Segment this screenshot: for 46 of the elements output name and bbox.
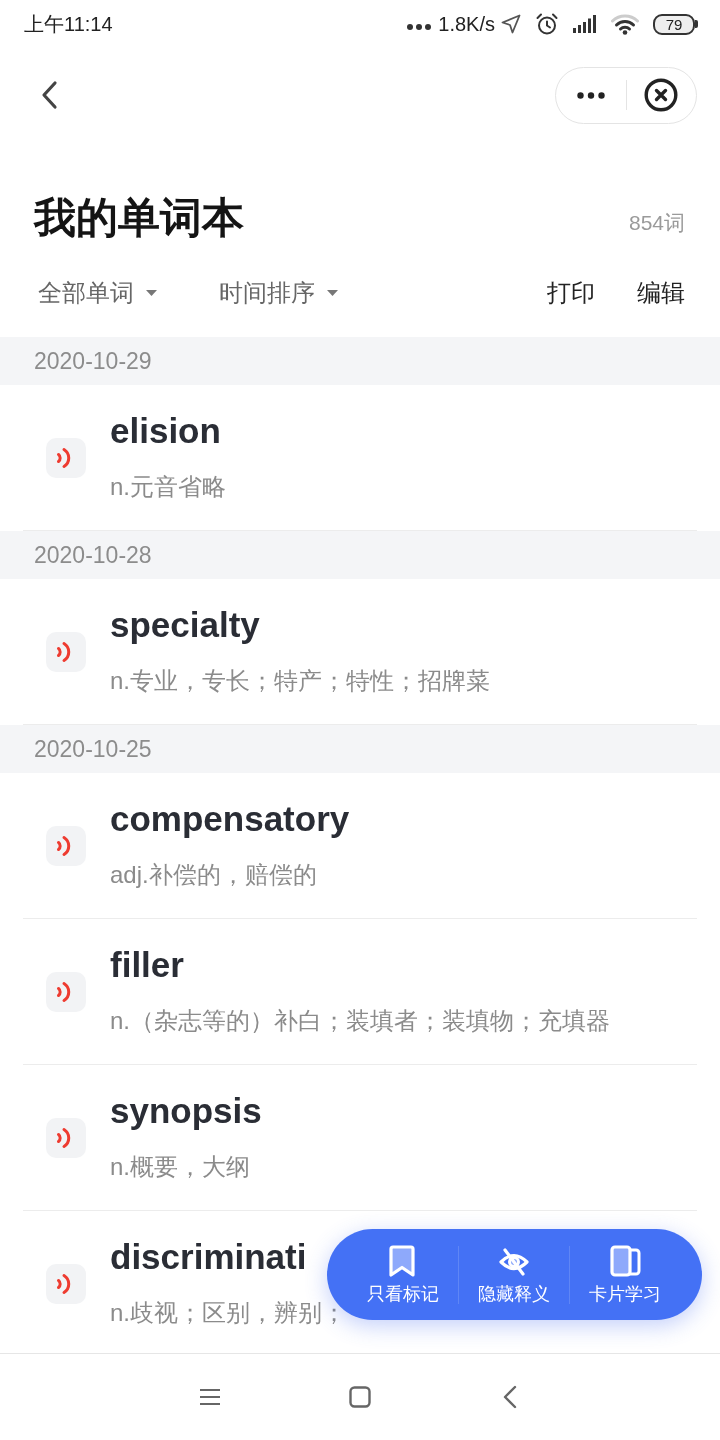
toolbar-action[interactable]: 打印 xyxy=(547,275,595,311)
toolbar-button[interactable]: 只看标记 xyxy=(348,1244,458,1305)
cards-icon xyxy=(609,1244,641,1277)
page-title: 我的单词本 xyxy=(34,194,244,242)
signal-icon xyxy=(573,15,597,33)
word-definition: n.概要，大纲 xyxy=(110,1151,250,1182)
word-definition: n.（杂志等的）补白；装填者；装填物；充填器 xyxy=(110,1005,610,1036)
caret-down-icon xyxy=(146,290,157,296)
toolbar-action[interactable]: 编辑 xyxy=(637,275,685,311)
word-definition: n.专业，专长；特产；特性；招牌菜 xyxy=(110,665,490,696)
vocabulary-word: elision xyxy=(110,410,221,451)
back-icon[interactable] xyxy=(503,1385,517,1409)
speaker-icon[interactable] xyxy=(46,1117,86,1158)
date-header: 2020-10-25 xyxy=(0,725,720,773)
network-speed: 1.8K/s xyxy=(438,12,495,37)
speaker-icon[interactable] xyxy=(46,1263,86,1304)
caret-down-icon xyxy=(327,290,338,296)
date-header: 2020-10-29 xyxy=(0,337,720,385)
word-count: 854词 xyxy=(628,209,685,236)
filter-dropdown[interactable]: 全部单词 xyxy=(38,275,157,311)
word-definition: n.元音省略 xyxy=(110,471,226,502)
dots-icon xyxy=(406,23,433,31)
word-definition: adj.补偿的，赔偿的 xyxy=(110,859,317,890)
status-time: 上午11:14 xyxy=(24,12,113,37)
speaker-icon[interactable] xyxy=(46,825,86,866)
word-definition: n.歧视；区别，辨别； xyxy=(110,1297,346,1328)
vocabulary-word: compensatory xyxy=(110,798,350,839)
speaker-icon[interactable] xyxy=(46,971,86,1012)
vocabulary-word: filler xyxy=(110,944,184,985)
toolbar-button[interactable]: 隐藏释义 xyxy=(459,1244,569,1305)
close-icon[interactable] xyxy=(644,78,679,112)
speaker-icon[interactable] xyxy=(46,631,86,672)
home-square-icon[interactable] xyxy=(349,1386,371,1408)
speaker-icon[interactable] xyxy=(46,437,86,478)
vocabulary-word: specialty xyxy=(110,604,260,645)
more-icon[interactable] xyxy=(576,91,605,99)
wifi-icon xyxy=(611,13,639,35)
menu-icon[interactable] xyxy=(199,1388,221,1406)
battery-indicator: 79 xyxy=(653,13,698,35)
toolbar-button[interactable]: 卡片学习 xyxy=(570,1244,680,1305)
filter-dropdown[interactable]: 时间排序 xyxy=(219,275,338,311)
location-arrow-icon xyxy=(501,14,521,34)
vocabulary-word: synopsis xyxy=(110,1090,262,1131)
date-header: 2020-10-28 xyxy=(0,531,720,579)
vocabulary-word: discriminati xyxy=(110,1236,307,1277)
alarm-clock-icon xyxy=(535,12,559,36)
